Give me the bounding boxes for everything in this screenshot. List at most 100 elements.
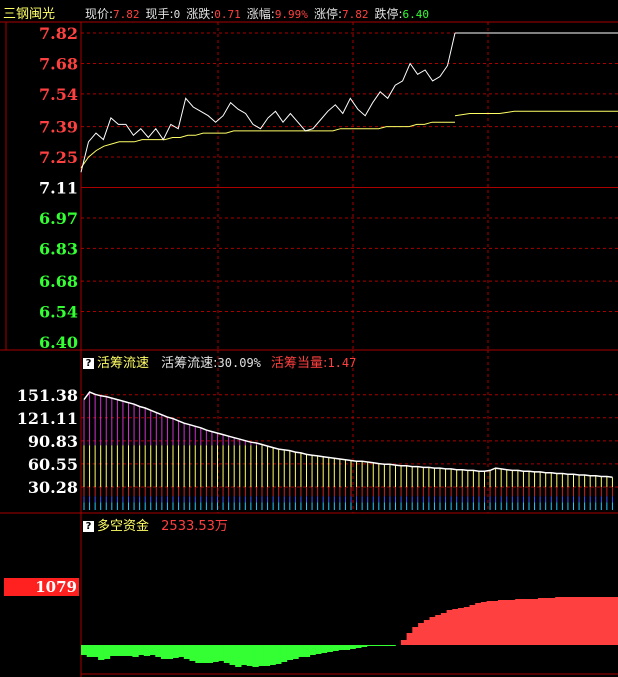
fund-flow-bar bbox=[126, 645, 133, 656]
fund-flow-bar bbox=[326, 645, 333, 652]
fund-flow-bar bbox=[298, 645, 305, 657]
fund-flow-bar bbox=[189, 645, 196, 661]
fund-flow-bar bbox=[206, 645, 213, 663]
fund-flow-bar bbox=[572, 597, 579, 645]
avg-price-line bbox=[80, 121, 455, 169]
fund-flow-bar bbox=[172, 645, 179, 658]
fund-flow-bar bbox=[178, 645, 185, 657]
price-tick-label: 6.83 bbox=[39, 239, 78, 258]
fund-flow-bar bbox=[263, 645, 271, 666]
chart-canvas: 7.82 7.68 7.54 7.39 7.25 7.11 6.97 6.83 6.68 6.54… bbox=[0, 21, 618, 677]
fund-flow-bar bbox=[332, 645, 339, 651]
fund-flow-bar bbox=[509, 600, 516, 645]
indicator-name: 活筹流速 bbox=[97, 356, 150, 371]
fund-flow-bar bbox=[503, 600, 510, 645]
fund-flow-bar bbox=[400, 640, 408, 645]
fund-flow-bar bbox=[600, 597, 608, 645]
quote-value: 0.71 bbox=[214, 8, 241, 21]
fund-flow-bar bbox=[303, 645, 311, 657]
question-icon[interactable]: ? bbox=[83, 521, 94, 532]
fund-flow-bar bbox=[429, 617, 436, 645]
stock-name: 三钢闽光 bbox=[3, 7, 56, 22]
fund-value: 2533.53万 bbox=[161, 519, 228, 534]
fund-flow-bar bbox=[492, 601, 499, 645]
indicator-name: 多空资金 bbox=[97, 519, 150, 534]
liquidity-tick-label: 60.55 bbox=[28, 455, 78, 474]
fund-flow-bar bbox=[372, 645, 379, 646]
fund-flow-bar bbox=[155, 645, 162, 657]
fund-flow-bar bbox=[103, 645, 111, 659]
question-icon[interactable]: ? bbox=[83, 358, 94, 369]
fund-flow-bar bbox=[435, 615, 442, 645]
fund-flow-bar bbox=[355, 645, 362, 648]
quote-label: 跌停: bbox=[374, 7, 403, 21]
fund-flow-bar bbox=[280, 645, 288, 662]
fund-flow-bar bbox=[229, 645, 236, 665]
liquidity-tick-label: 121.11 bbox=[17, 409, 78, 428]
fund-flow-bar bbox=[183, 645, 191, 659]
fund-flow-bar bbox=[269, 645, 276, 665]
fund-flow-bar bbox=[589, 597, 596, 645]
fund-flow-bar bbox=[549, 598, 556, 645]
fund-flow-bar bbox=[560, 597, 568, 645]
indicator-header-liquidity: ? 活筹流速 活筹流速:30.09% 活筹当量:1.47 bbox=[83, 352, 356, 371]
fund-flow-bar bbox=[81, 645, 88, 655]
fund-flow-bar bbox=[423, 620, 431, 645]
fund-flow-bar bbox=[92, 645, 99, 657]
metric-value: 30.09% bbox=[217, 356, 261, 370]
fund-flow-bar bbox=[252, 645, 259, 667]
fund-flow-bar bbox=[383, 645, 391, 646]
fund-flow-bar bbox=[241, 645, 248, 665]
fund-flow-bar bbox=[286, 645, 293, 660]
price-tick-label: 7.82 bbox=[39, 24, 78, 43]
price-tick-label: 6.40 bbox=[39, 333, 78, 352]
fund-flow-bar bbox=[612, 597, 618, 645]
fund-flow-bar bbox=[440, 613, 448, 645]
quote-label: 现手: bbox=[145, 7, 174, 21]
fund-badge-value: 1079 bbox=[35, 578, 77, 596]
fund-flow-bar bbox=[515, 599, 522, 645]
fund-flow-bar bbox=[132, 645, 139, 657]
fund-flow-bar bbox=[86, 645, 93, 657]
equiv-label: 活筹当量: bbox=[271, 356, 328, 371]
fund-value-badge: 1079 bbox=[4, 578, 79, 596]
fund-flow-bar bbox=[378, 645, 385, 646]
fund-flow-bar bbox=[458, 608, 465, 645]
fund-flow-bar bbox=[469, 605, 476, 645]
fund-flow-bar bbox=[555, 597, 562, 645]
price-tick-label: 7.25 bbox=[39, 148, 78, 167]
liquidity-tick-label: 90.83 bbox=[28, 432, 78, 451]
price-tick-label: 7.54 bbox=[39, 85, 78, 104]
fund-flow-bar bbox=[121, 645, 128, 656]
fund-flow-bar bbox=[566, 597, 573, 645]
fund-flow-bar bbox=[526, 599, 533, 645]
fund-flow-bar bbox=[315, 645, 322, 654]
quote-label: 现价: bbox=[85, 7, 114, 21]
fund-flow-bar bbox=[195, 645, 202, 663]
liquidity-tick-label: 151.38 bbox=[17, 386, 78, 405]
fund-flow-bar bbox=[543, 598, 550, 645]
fund-flow-bar bbox=[161, 645, 168, 659]
fund-flow-bar bbox=[389, 645, 396, 646]
intraday-chart-window: 7.82 7.68 7.54 7.39 7.25 7.11 6.97 6.83 6.68 6.54… bbox=[0, 0, 618, 677]
quote-label: 涨跌: bbox=[186, 7, 215, 21]
fund-flow-bar bbox=[109, 645, 116, 656]
fund-flow-bar bbox=[246, 645, 253, 666]
fund-flow-bar bbox=[292, 645, 299, 659]
fund-flow-bar bbox=[258, 645, 265, 666]
fund-flow-bar bbox=[235, 645, 242, 667]
fund-flow-bar bbox=[309, 645, 316, 655]
quote-value: 7.82 bbox=[341, 8, 369, 21]
fund-flow-bar bbox=[446, 610, 453, 645]
quote-value: 7.82 bbox=[113, 8, 140, 21]
fund-flow-bar bbox=[538, 598, 545, 645]
fund-flow-bar bbox=[452, 609, 459, 645]
equiv-value: 1.47 bbox=[327, 356, 357, 370]
fund-flow-bar bbox=[201, 645, 208, 663]
price-line bbox=[80, 32, 456, 173]
price-tick-label: 6.68 bbox=[39, 272, 78, 291]
fund-flow-bar bbox=[606, 597, 613, 645]
price-tick-label: 7.39 bbox=[39, 118, 78, 137]
fund-flow-bar bbox=[406, 633, 413, 645]
fund-flow-bar bbox=[360, 645, 368, 647]
